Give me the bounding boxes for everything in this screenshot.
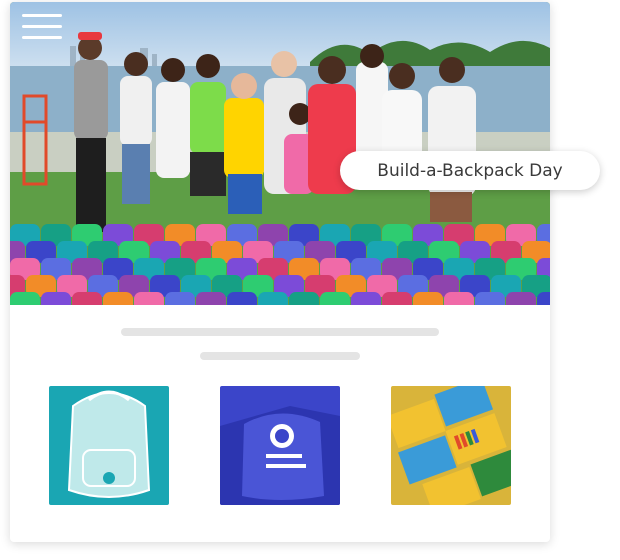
- content-card: [10, 2, 550, 542]
- backpack-shape: [10, 292, 40, 305]
- thumbnail-crayons[interactable]: [391, 386, 511, 505]
- backpack-shape: [134, 292, 164, 305]
- text-placeholder-line: [200, 352, 360, 360]
- backpack-shape: [382, 292, 412, 305]
- backpack-shape: [72, 292, 102, 305]
- crayon-boxes-image: [391, 386, 511, 505]
- backpack-shape: [351, 292, 381, 305]
- backpack-shape: [413, 292, 443, 305]
- backpack-shape: [165, 292, 195, 305]
- backpack-shape: [41, 292, 71, 305]
- backpack-shape: [444, 292, 474, 305]
- backpack-shape: [258, 292, 288, 305]
- backpack-shape: [196, 292, 226, 305]
- backpack-shape: [475, 292, 505, 305]
- menu-bar-icon: [22, 36, 62, 39]
- thumbnail-backpack[interactable]: [49, 386, 169, 505]
- hamburger-menu-button[interactable]: [22, 12, 62, 42]
- backpack-shape: [320, 292, 350, 305]
- backpack-shape: [103, 292, 133, 305]
- backpack-shape: [227, 292, 257, 305]
- backpack-image: [49, 386, 169, 505]
- thumbnail-drawstring-bags[interactable]: [220, 386, 340, 505]
- blue-bags-image: [220, 386, 340, 505]
- menu-bar-icon: [22, 25, 62, 28]
- backpack-shape: [289, 292, 319, 305]
- text-placeholder-line: [121, 328, 439, 336]
- menu-bar-icon: [22, 14, 62, 17]
- backpack-shape: [506, 292, 536, 305]
- event-badge: Build-a-Backpack Day: [340, 151, 600, 190]
